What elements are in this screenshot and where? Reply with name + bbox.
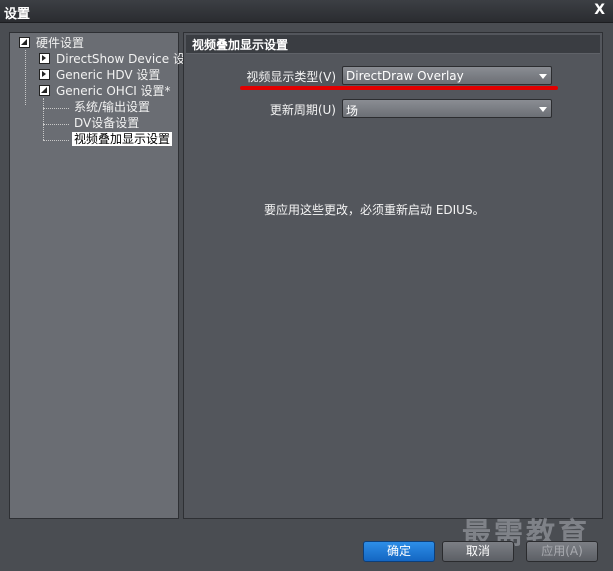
cancel-button[interactable]: 取消 (442, 541, 514, 562)
tree-connector (25, 50, 26, 105)
expand-toggle-icon[interactable] (39, 85, 50, 96)
title-bar: 设置 X (0, 0, 613, 23)
tree-connector (43, 124, 69, 125)
tree-item-directshow[interactable]: DirectShow Device 设置 (39, 52, 197, 67)
display-type-select[interactable]: DirectDraw Overlay (342, 66, 552, 85)
expand-toggle-icon[interactable] (19, 37, 30, 48)
tree-item-label: Generic HDV 设置 (56, 68, 161, 82)
tree-connector (43, 140, 69, 141)
apply-button[interactable]: 应用(A) (526, 541, 598, 562)
display-type-value: DirectDraw Overlay (346, 69, 464, 83)
panel-title: 视频叠加显示设置 (192, 38, 289, 52)
panel-header: 视频叠加显示设置 (186, 35, 600, 54)
chevron-down-icon (539, 107, 547, 112)
tree-item-generic-ohci[interactable]: Generic OHCI 设置* (39, 84, 171, 99)
tree-item-label: DV设备设置 (74, 116, 140, 130)
tree-item-generic-hdv[interactable]: Generic HDV 设置 (39, 68, 160, 83)
update-cycle-label: 更新周期(U) (269, 103, 336, 117)
update-cycle-select[interactable]: 场 (342, 99, 552, 118)
tree-item-dv-device[interactable]: DV设备设置 (74, 116, 139, 131)
tree-item-system-output[interactable]: 系统/输出设置 (74, 100, 150, 115)
tree-item-video-overlay[interactable]: 视频叠加显示设置 (72, 132, 173, 147)
window-title: 设置 (4, 7, 31, 22)
tree-item-hardware[interactable]: 硬件设置 (19, 36, 84, 51)
tree-item-label: Generic OHCI 设置* (56, 84, 171, 98)
tree-item-label: 视频叠加显示设置 (72, 132, 173, 146)
annotation-underline (240, 86, 558, 90)
update-cycle-value: 场 (346, 104, 359, 118)
expand-toggle-icon[interactable] (39, 69, 50, 80)
chevron-down-icon (539, 74, 547, 79)
ok-button[interactable]: 确定 (363, 541, 435, 562)
tree-connector (43, 108, 69, 109)
display-type-label: 视频显示类型(V) (246, 70, 336, 84)
tree-connector (43, 98, 44, 140)
restart-notice: 要应用这些更改，必须重新启动 EDIUS。 (264, 203, 485, 217)
close-icon[interactable]: X (594, 2, 605, 18)
settings-tree: 硬件设置 DirectShow Device 设置 Generic HDV 设置… (9, 32, 197, 519)
expand-toggle-icon[interactable] (39, 53, 50, 64)
tree-item-label: 硬件设置 (36, 36, 85, 50)
tree-item-label: 系统/输出设置 (74, 100, 151, 114)
tree-item-label: DirectShow Device 设置 (56, 52, 197, 66)
